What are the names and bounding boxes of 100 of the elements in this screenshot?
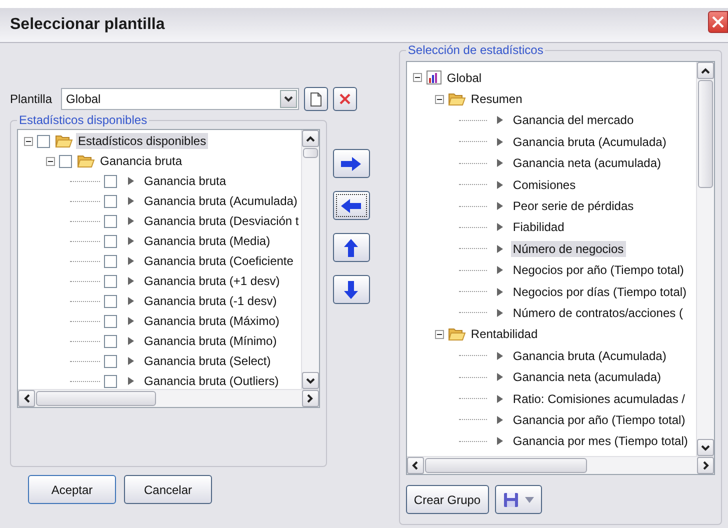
tree-item[interactable]: Ganancia bruta (Outliers)	[142, 373, 281, 389]
checkbox[interactable]	[104, 174, 117, 188]
horizontal-scrollbar[interactable]	[406, 456, 714, 474]
vertical-scrollbar[interactable]	[696, 62, 714, 456]
horizontal-scrollbar[interactable]	[18, 389, 319, 407]
tree-item[interactable]: Ganancia por año (Tiempo total)	[510, 412, 688, 428]
tree-item[interactable]: Número de contratos/acciones (	[510, 304, 685, 321]
triangle-icon	[128, 237, 134, 245]
triangle-icon	[128, 277, 134, 285]
checkbox[interactable]	[59, 154, 72, 168]
tree-item[interactable]: Número de negocios	[510, 240, 626, 257]
remove-button[interactable]	[332, 191, 370, 220]
tree-item[interactable]: Ganancia neta (acumulada)	[510, 155, 663, 172]
triangle-icon	[496, 416, 503, 424]
triangle-icon	[128, 257, 134, 265]
tree-item[interactable]: Ganancia bruta	[142, 173, 228, 189]
checkbox[interactable]	[37, 134, 50, 148]
left-arrow-icon	[340, 198, 362, 214]
folder-icon	[55, 134, 73, 148]
move-down-button[interactable]	[332, 275, 370, 304]
vertical-scrollbar[interactable]	[300, 130, 319, 389]
add-button[interactable]	[332, 149, 370, 178]
tree-item[interactable]: Ganancia bruta (Acumulada)	[510, 348, 668, 364]
scroll-left-icon[interactable]	[18, 390, 35, 407]
checkbox[interactable]	[104, 374, 117, 388]
tree-item[interactable]: Fiabilidad	[510, 219, 566, 236]
checkbox[interactable]	[104, 194, 117, 208]
tree-item[interactable]: Comisiones	[510, 176, 578, 193]
close-icon	[712, 16, 724, 28]
tree-item[interactable]: Ganancia bruta (Coeficiente	[142, 253, 296, 269]
collapse-icon[interactable]	[24, 136, 33, 146]
tree-item[interactable]: Ganancia bruta (Media)	[142, 233, 272, 249]
tree-item[interactable]: Ratio: Comisiones acumuladas /	[510, 390, 687, 407]
tree-item[interactable]: Peor serie de pérdidas	[510, 198, 636, 214]
folder-icon	[448, 92, 466, 106]
tree-item[interactable]: Ganancia bruta (Acumulada)	[142, 193, 300, 209]
tree-item[interactable]: Ganancia bruta (Select)	[142, 353, 273, 369]
checkbox[interactable]	[104, 354, 117, 368]
tree-item[interactable]: Ganancia bruta (Acumulada)	[510, 134, 668, 150]
tree-item[interactable]: Estadísticos disponibles	[76, 133, 208, 149]
triangle-icon	[496, 223, 503, 232]
tree-item[interactable]: Rentabilidad	[468, 326, 540, 342]
triangle-icon	[496, 288, 503, 296]
tree-item[interactable]: Negocios por año (Tiempo total)	[510, 262, 686, 278]
triangle-icon	[128, 197, 134, 205]
tree-item[interactable]: Negocios por días (Tiempo total)	[510, 284, 689, 300]
scroll-thumb[interactable]	[36, 391, 156, 406]
triangle-icon	[496, 352, 503, 360]
caret-icon	[524, 496, 534, 502]
scroll-thumb[interactable]	[698, 80, 713, 188]
tree-item[interactable]: Ganancia del mercado	[510, 112, 636, 128]
scroll-up-icon[interactable]	[697, 62, 714, 79]
tree-item[interactable]: Ganancia bruta (Máximo)	[142, 313, 282, 329]
dialog-button[interactable]: Aceptar	[28, 475, 116, 504]
tree-item[interactable]: Ganancia bruta	[98, 153, 184, 169]
tree-item[interactable]: Resumen	[468, 91, 524, 108]
delete-button[interactable]	[333, 87, 358, 111]
tree-item[interactable]: Ganancia bruta (Mínimo)	[142, 333, 279, 349]
bar-chart-icon	[426, 70, 442, 86]
tree-item[interactable]: Ganancia bruta (Desviación t	[142, 213, 301, 229]
checkbox[interactable]	[104, 234, 117, 248]
checkbox[interactable]	[104, 334, 117, 348]
scroll-right-icon[interactable]	[697, 457, 714, 474]
triangle-icon	[128, 337, 134, 345]
close-button[interactable]	[708, 11, 728, 33]
tree-item[interactable]: Ganancia bruta (+1 desv)	[142, 273, 282, 289]
triangle-icon	[496, 244, 503, 253]
triangle-icon	[128, 177, 134, 185]
checkbox[interactable]	[104, 314, 117, 328]
new-document-button[interactable]	[304, 87, 328, 111]
collapse-icon[interactable]	[434, 94, 444, 104]
window-title: Seleccionar plantilla	[9, 16, 165, 34]
scroll-down-icon[interactable]	[302, 372, 319, 389]
create-group-button[interactable]: Crear Grupo	[406, 485, 489, 514]
checkbox[interactable]	[104, 214, 117, 228]
collapse-icon[interactable]	[412, 73, 422, 82]
scroll-thumb[interactable]	[424, 458, 587, 473]
triangle-icon	[496, 266, 503, 274]
tree-item[interactable]: Global	[444, 70, 484, 86]
move-up-button[interactable]	[332, 233, 370, 262]
checkbox[interactable]	[104, 294, 117, 308]
dialog-button[interactable]: Cancelar	[124, 475, 212, 504]
scroll-left-icon[interactable]	[406, 457, 424, 474]
template-dropdown[interactable]: Global	[61, 88, 300, 110]
scroll-up-icon[interactable]	[302, 130, 319, 147]
collapse-icon[interactable]	[434, 330, 444, 339]
tree-item[interactable]: Ganancia bruta (-1 desv)	[142, 293, 279, 309]
down-arrow-icon	[343, 280, 360, 300]
collapse-icon[interactable]	[46, 156, 55, 166]
save-dropdown-button[interactable]	[494, 485, 542, 514]
scroll-right-icon[interactable]	[302, 390, 319, 407]
triangle-icon	[496, 138, 503, 146]
tree-item[interactable]: Ganancia neta (acumulada)	[510, 369, 663, 386]
checkbox[interactable]	[104, 274, 117, 288]
tree-item[interactable]: Ganancia por mes (Tiempo total)	[510, 433, 690, 450]
triangle-icon	[496, 308, 503, 317]
up-arrow-icon	[343, 238, 360, 258]
scroll-down-icon[interactable]	[697, 439, 714, 456]
checkbox[interactable]	[104, 254, 117, 268]
scroll-thumb[interactable]	[302, 148, 318, 158]
